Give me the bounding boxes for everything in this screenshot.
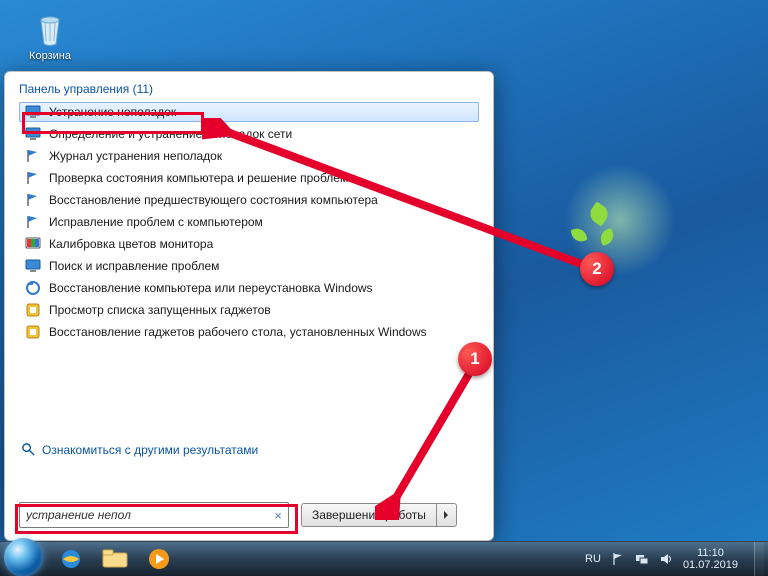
search-result-label: Определение и устранение неполадок сети xyxy=(49,127,292,141)
wallpaper-leaf xyxy=(586,201,611,226)
search-result-label: Исправление проблем с компьютером xyxy=(49,215,263,229)
search-result-item[interactable]: Восстановление компьютера или переустано… xyxy=(19,278,479,298)
gadget-icon xyxy=(25,302,41,318)
recycle-bin-icon xyxy=(30,8,70,48)
recovery-icon xyxy=(25,280,41,296)
display-icon xyxy=(25,236,41,252)
start-menu: Панель управления (11) Устранение непола… xyxy=(4,71,494,541)
shutdown-button[interactable]: Завершение работы xyxy=(301,503,437,527)
wallpaper-leaf xyxy=(570,226,587,243)
search-result-label: Просмотр списка запущенных гаджетов xyxy=(49,303,271,317)
language-indicator[interactable]: RU xyxy=(585,553,601,565)
start-menu-footer: × Завершение работы xyxy=(5,492,493,540)
search-result-item[interactable]: Просмотр списка запущенных гаджетов xyxy=(19,300,479,320)
search-result-item[interactable]: Определение и устранение неполадок сети xyxy=(19,124,479,144)
chevron-right-icon xyxy=(442,511,450,519)
show-desktop-button[interactable] xyxy=(754,542,764,576)
gadget-icon xyxy=(25,324,41,340)
wallpaper-glow xyxy=(560,160,680,280)
search-result-label: Проверка состояния компьютера и решение … xyxy=(49,171,348,185)
taskbar-pin-explorer[interactable] xyxy=(93,545,137,573)
wallpaper-leaf xyxy=(598,228,616,246)
search-result-item[interactable]: Калибровка цветов монитора xyxy=(19,234,479,254)
search-icon xyxy=(21,442,36,457)
annotation-bubble-2: 2 xyxy=(580,252,614,286)
clear-search-icon[interactable]: × xyxy=(268,508,288,523)
search-result-label: Восстановление предшествующего состояния… xyxy=(49,193,378,207)
taskbar-clock[interactable]: 11:10 01.07.2019 xyxy=(683,547,738,571)
recycle-bin-label: Корзина xyxy=(20,50,80,62)
shutdown-options-arrow[interactable] xyxy=(437,503,457,527)
taskbar-pin-mediaplayer[interactable] xyxy=(137,545,181,573)
flag-icon xyxy=(25,214,41,230)
search-input-wrap: × xyxy=(19,502,289,528)
search-result-item[interactable]: Исправление проблем с компьютером xyxy=(19,212,479,232)
action-center-icon[interactable] xyxy=(611,552,625,566)
search-result-label: Журнал устранения неполадок xyxy=(49,149,222,163)
search-result-item[interactable]: Журнал устранения неполадок xyxy=(19,146,479,166)
annotation-bubble-1: 1 xyxy=(458,342,492,376)
see-more-results-label: Ознакомиться с другими результатами xyxy=(42,443,258,457)
taskbar-pin-ie[interactable] xyxy=(49,545,93,573)
search-category-heading: Панель управления (11) xyxy=(19,82,479,96)
clock-date: 01.07.2019 xyxy=(683,559,738,571)
desktop-icon-recycle-bin[interactable]: Корзина xyxy=(20,8,80,62)
flag-icon xyxy=(25,170,41,186)
volume-icon[interactable] xyxy=(659,552,673,566)
search-result-item[interactable]: Устранение неполадок xyxy=(19,102,479,122)
search-result-label: Восстановление гаджетов рабочего стола, … xyxy=(49,325,427,339)
search-result-item[interactable]: Восстановление предшествующего состояния… xyxy=(19,190,479,210)
flag-icon xyxy=(25,148,41,164)
search-result-item[interactable]: Поиск и исправление проблем xyxy=(19,256,479,276)
see-more-results-link[interactable]: Ознакомиться с другими результатами xyxy=(21,442,479,457)
network-icon[interactable] xyxy=(635,552,649,566)
flag-icon xyxy=(25,192,41,208)
search-result-label: Восстановление компьютера или переустано… xyxy=(49,281,373,295)
monitor-icon xyxy=(25,104,41,120)
clock-time: 11:10 xyxy=(683,547,738,559)
monitor-icon xyxy=(25,126,41,142)
monitor-icon xyxy=(25,258,41,274)
search-input[interactable] xyxy=(20,508,268,522)
search-result-label: Калибровка цветов монитора xyxy=(49,237,213,251)
system-tray: RU 11:10 01.07.2019 xyxy=(585,542,764,576)
search-result-item[interactable]: Проверка состояния компьютера и решение … xyxy=(19,168,479,188)
search-result-label: Устранение неполадок xyxy=(49,105,176,119)
start-button[interactable] xyxy=(4,538,43,576)
search-result-item[interactable]: Восстановление гаджетов рабочего стола, … xyxy=(19,322,479,342)
taskbar: RU 11:10 01.07.2019 xyxy=(0,541,768,576)
search-result-label: Поиск и исправление проблем xyxy=(49,259,219,273)
